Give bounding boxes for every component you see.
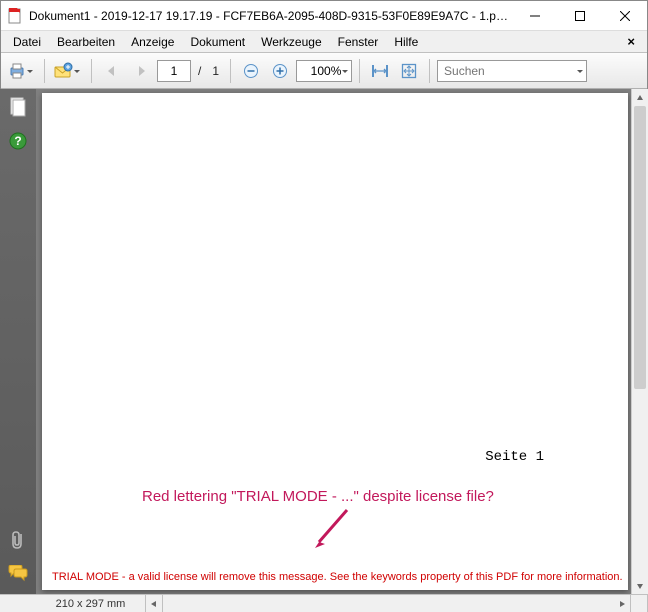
vertical-scrollbar[interactable] [631, 89, 648, 594]
document-viewport[interactable]: Seite 1 Red lettering "TRIAL MODE - ..."… [36, 89, 648, 594]
thumbnails-panel-button[interactable] [8, 97, 28, 117]
page-total: 1 [208, 64, 223, 78]
svg-text:?: ? [14, 134, 21, 148]
menu-tools[interactable]: Werkzeuge [253, 33, 329, 51]
scroll-thumb[interactable] [634, 106, 646, 389]
zoom-in-button[interactable] [267, 58, 293, 84]
help-panel-button[interactable]: ? [8, 131, 28, 151]
menu-help[interactable]: Hilfe [386, 33, 426, 51]
sidebar: ? [0, 89, 36, 594]
pdf-page: Seite 1 Red lettering "TRIAL MODE - ..."… [42, 93, 628, 590]
fit-page-icon [401, 63, 417, 79]
print-button[interactable] [7, 58, 37, 84]
scroll-down-button[interactable] [632, 577, 648, 594]
fit-width-icon [371, 63, 389, 79]
thumbnails-icon [9, 97, 27, 117]
menu-document[interactable]: Dokument [182, 33, 253, 51]
email-button[interactable] [52, 58, 84, 84]
zoom-out-icon [243, 63, 259, 79]
menu-view[interactable]: Anzeige [123, 33, 182, 51]
resize-grip[interactable] [631, 595, 648, 612]
menu-bar: Datei Bearbeiten Anzeige Dokument Werkze… [1, 31, 647, 53]
app-icon [7, 8, 23, 24]
title-bar: Dokument1 - 2019-12-17 19.17.19 - FCF7EB… [1, 1, 647, 31]
print-icon [8, 62, 26, 80]
hscroll-right-button[interactable] [614, 595, 631, 612]
fit-width-button[interactable] [367, 58, 393, 84]
maximize-button[interactable] [557, 1, 602, 30]
page-separator: / [194, 64, 205, 78]
menu-file[interactable]: Datei [5, 33, 49, 51]
annotation-arrow-icon [307, 508, 357, 553]
content-area: ? Seite 1 Red lettering "TRIAL MODE - ..… [0, 89, 648, 594]
trial-mode-message: TRIAL MODE - a valid license will remove… [52, 571, 618, 583]
scroll-track[interactable] [632, 106, 648, 577]
toolbar: / 1 [1, 53, 647, 89]
hscroll-left-button[interactable] [146, 595, 163, 612]
status-bar: 210 x 297 mm [0, 594, 648, 612]
close-button[interactable] [602, 1, 647, 30]
page-number-text: Seite 1 [485, 449, 544, 465]
paperclip-icon [9, 530, 27, 550]
zoom-out-button[interactable] [238, 58, 264, 84]
attachments-panel-button[interactable] [8, 530, 28, 550]
zoom-in-icon [272, 63, 288, 79]
annotation-question: Red lettering "TRIAL MODE - ..." despite… [142, 488, 494, 505]
menu-window[interactable]: Fenster [330, 33, 387, 51]
fit-page-button[interactable] [396, 58, 422, 84]
prev-page-icon [105, 64, 119, 78]
search-input[interactable] [437, 60, 587, 82]
page-number-input[interactable] [157, 60, 191, 82]
zoom-level-input[interactable] [296, 60, 352, 82]
email-icon [53, 62, 73, 80]
comments-icon [8, 565, 28, 583]
document-close-button[interactable]: × [619, 32, 643, 51]
minimize-button[interactable] [512, 1, 557, 30]
next-page-icon [134, 64, 148, 78]
next-page-button[interactable] [128, 58, 154, 84]
page-dimensions: 210 x 297 mm [36, 595, 146, 612]
window-title: Dokument1 - 2019-12-17 19.17.19 - FCF7EB… [29, 9, 512, 23]
prev-page-button[interactable] [99, 58, 125, 84]
menu-edit[interactable]: Bearbeiten [49, 33, 123, 51]
comments-panel-button[interactable] [8, 564, 28, 584]
help-icon: ? [9, 132, 27, 150]
scroll-up-button[interactable] [632, 89, 648, 106]
